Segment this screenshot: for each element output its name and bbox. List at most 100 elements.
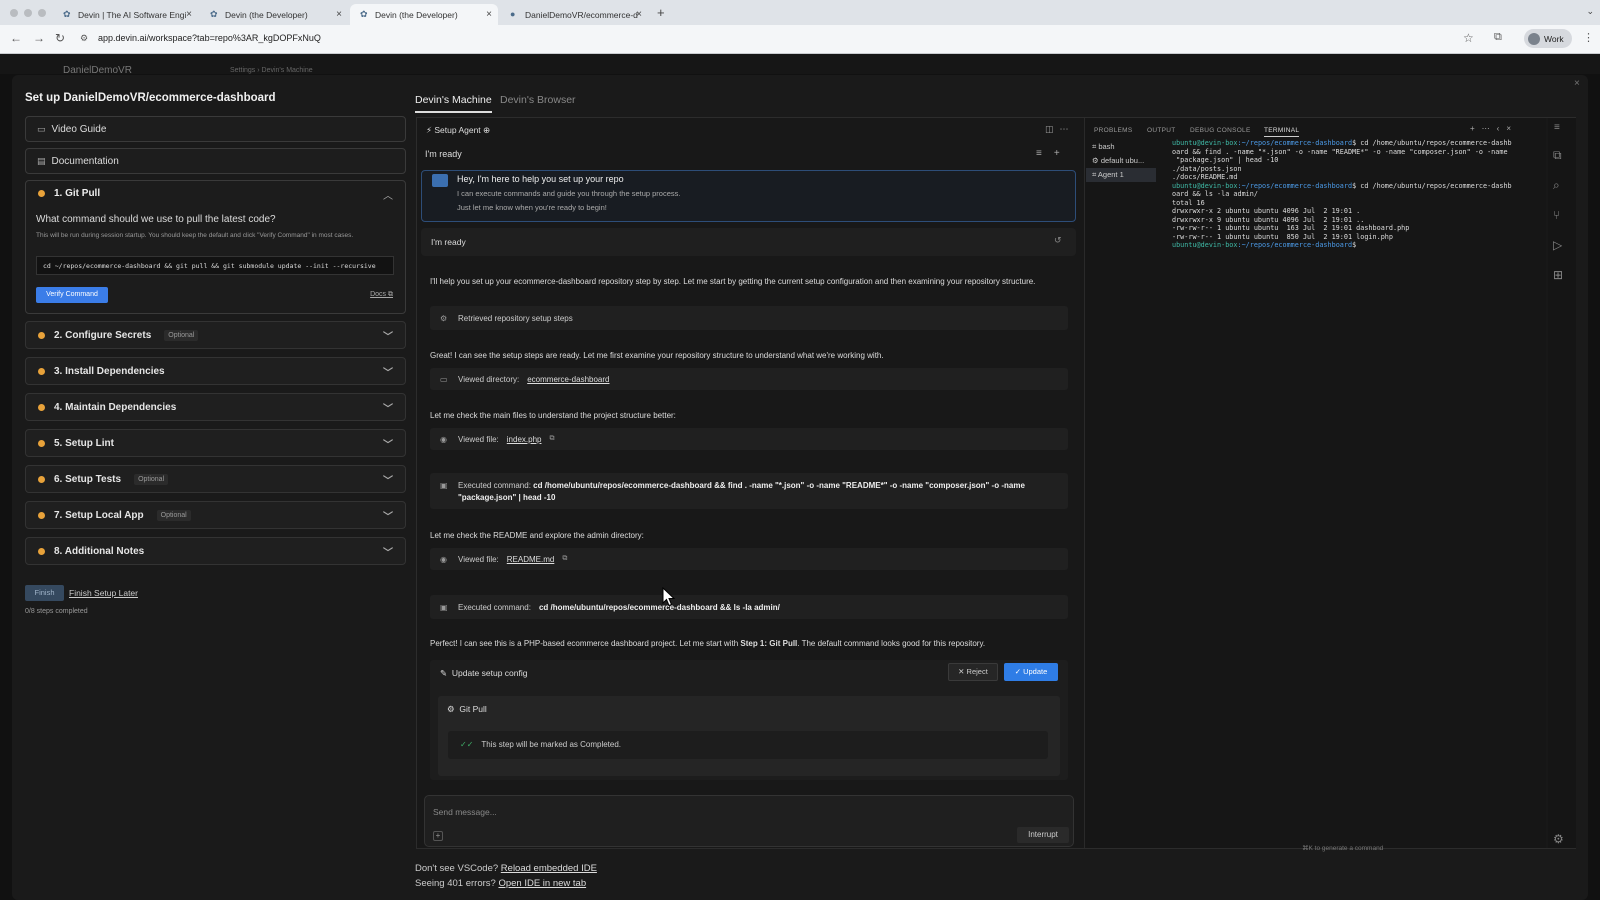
step-question: What command should we use to pull the l… <box>36 214 276 225</box>
step-configure-secrets[interactable]: 2. Configure Secrets Optional ﹀ <box>25 321 406 349</box>
browser-menu-icon[interactable]: ⋮ <box>1583 31 1594 44</box>
chevron-down-icon[interactable]: ﹀ <box>383 544 393 559</box>
directory-link[interactable]: ecommerce-dashboard <box>527 375 609 384</box>
close-tab-icon[interactable]: × <box>486 9 492 20</box>
close-tab-icon[interactable]: × <box>186 9 192 20</box>
step-setup-lint[interactable]: 5. Setup Lint ﹀ <box>25 429 406 457</box>
history-icon[interactable]: ↺ <box>1054 235 1062 246</box>
video-guide-button[interactable]: ▭ Video Guide <box>25 116 406 142</box>
terminal-output[interactable]: ubuntu@devin-box:~/repos/ecommerce-dashb… <box>1172 139 1552 250</box>
close-tab-icon[interactable]: × <box>636 9 642 20</box>
reload-icon[interactable]: ↻ <box>55 31 65 45</box>
chevron-down-icon[interactable]: ﹀ <box>383 472 393 487</box>
bookmark-star-icon[interactable]: ☆ <box>1463 31 1474 45</box>
new-tab-icon[interactable]: + <box>657 5 665 20</box>
extensions-icon[interactable]: ⧉ <box>1494 31 1502 44</box>
chevron-left-icon[interactable]: ‹ <box>1497 124 1507 133</box>
tab-output[interactable]: OUTPUT <box>1147 127 1176 134</box>
reject-button[interactable]: ✕ Reject <box>948 663 998 681</box>
explorer-icon[interactable]: ⧉ <box>1553 148 1562 163</box>
status-dot-icon <box>38 331 45 339</box>
tab-devins-browser[interactable]: Devin's Browser <box>500 94 576 106</box>
step-help-text: This will be run during session startup.… <box>36 232 354 239</box>
tool-call[interactable]: ◉ Viewed file: README.md ⧉ <box>430 548 1068 570</box>
interrupt-button[interactable]: Interrupt <box>1017 827 1069 843</box>
step-install-dependencies[interactable]: 3. Install Dependencies ﹀ <box>25 357 406 385</box>
status-dot-icon <box>38 511 45 519</box>
terminal-item[interactable]: ⌗ bash <box>1086 140 1156 154</box>
step-header[interactable]: 1. Git Pull <box>38 188 100 199</box>
tab-problems[interactable]: PROBLEMS <box>1094 127 1133 134</box>
docs-link[interactable]: Docs ⧉ <box>370 291 393 299</box>
browser-tab[interactable]: ✿ Devin (the Developer) × <box>200 4 348 25</box>
chevron-down-icon[interactable]: ﹀ <box>383 328 393 343</box>
tab-search-icon[interactable]: ⌄ <box>1586 6 1594 17</box>
check-icon: ✓✓ <box>460 740 474 749</box>
chevron-down-icon[interactable]: ﹀ <box>383 436 393 451</box>
reload-ide-link[interactable]: Reload embedded IDE <box>501 863 597 874</box>
close-tab-icon[interactable]: × <box>336 9 342 20</box>
extensions-icon[interactable]: ⊞ <box>1553 268 1563 282</box>
verify-command-button[interactable]: Verify Command <box>36 287 108 303</box>
tool-call[interactable]: ▣ Executed command: cd /home/ubuntu/repo… <box>430 473 1068 509</box>
external-link-icon[interactable]: ⧉ <box>562 555 567 563</box>
chevron-down-icon[interactable]: ﹀ <box>383 364 393 379</box>
message-input[interactable]: Send message... <box>433 807 497 817</box>
more-icon[interactable]: ⋯ <box>1060 124 1075 134</box>
run-debug-icon[interactable]: ▷ <box>1553 238 1562 252</box>
tab-debug-console[interactable]: DEBUG CONSOLE <box>1190 127 1251 134</box>
search-icon[interactable]: ⌕ <box>1553 178 1560 193</box>
close-panel-icon[interactable]: × <box>1506 124 1518 133</box>
more-icon[interactable]: ⋯ <box>1482 124 1497 133</box>
attach-icon[interactable]: + <box>433 831 443 841</box>
new-chat-icon[interactable]: + <box>1054 148 1072 159</box>
site-info-icon[interactable]: ⚙ <box>80 33 88 44</box>
message-composer[interactable]: Send message... + Interrupt <box>424 795 1074 847</box>
page-title: Set up DanielDemoVR/ecommerce-dashboard <box>25 92 276 104</box>
settings-gear-icon[interactable]: ⚙ <box>1553 832 1564 846</box>
back-icon[interactable]: ← <box>10 31 22 45</box>
browser-tab[interactable]: ✿ Devin | The AI Software Engi × <box>53 4 198 25</box>
tool-call[interactable]: ⚙ Retrieved repository setup steps <box>430 306 1068 330</box>
window-controls[interactable] <box>10 9 46 17</box>
url-field[interactable]: app.devin.ai/workspace?tab=repo%3AR_kgDO… <box>98 33 321 43</box>
close-icon[interactable]: × <box>1574 78 1580 89</box>
update-button[interactable]: ✓ Update <box>1004 663 1058 681</box>
external-link-icon[interactable]: ⧉ <box>549 435 554 443</box>
pin-icon[interactable]: ⊕ <box>483 125 490 135</box>
command-input[interactable]: cd ~/repos/ecommerce-dashboard && git pu… <box>36 256 394 275</box>
chevron-down-icon[interactable]: ﹀ <box>383 400 393 415</box>
documentation-button[interactable]: ▤ Documentation <box>25 148 406 174</box>
tool-call[interactable]: ▭ Viewed directory: ecommerce-dashboard <box>430 368 1068 390</box>
wrench-icon: ✎ <box>440 668 448 678</box>
menu-icon[interactable]: ≡ <box>1554 122 1560 133</box>
open-ide-link[interactable]: Open IDE in new tab <box>498 878 586 889</box>
step-maintain-dependencies[interactable]: 4. Maintain Dependencies ﹀ <box>25 393 406 421</box>
tab-terminal[interactable]: TERMINAL <box>1264 127 1300 137</box>
tool-call[interactable]: ◉ Viewed file: index.php ⧉ <box>430 428 1068 450</box>
tool-call[interactable]: ▣ Executed command: cd /home/ubuntu/repo… <box>430 595 1068 619</box>
step-additional-notes[interactable]: 8. Additional Notes ﹀ <box>25 537 406 565</box>
step-setup-tests[interactable]: 6. Setup Tests Optional ﹀ <box>25 465 406 493</box>
split-editor-icon[interactable]: ◫ <box>1045 124 1060 134</box>
tab-setup-agent[interactable]: ⚡ Setup Agent ⊕ <box>426 125 490 136</box>
chevron-up-icon[interactable]: ︿ <box>383 187 393 202</box>
list-icon[interactable]: ≡ <box>1036 148 1054 159</box>
file-link[interactable]: README.md <box>507 555 555 564</box>
source-control-icon[interactable]: ⑂ <box>1553 208 1560 222</box>
terminal-item[interactable]: ⚙ default ubu... <box>1086 154 1156 168</box>
finish-button[interactable]: Finish <box>25 585 64 601</box>
browser-tab[interactable]: ● DanielDemoVR/ecommerce-d × <box>500 4 648 25</box>
forward-icon[interactable]: → <box>33 31 45 45</box>
chevron-down-icon[interactable]: ﹀ <box>383 508 393 523</box>
finish-later-link[interactable]: Finish Setup Later <box>69 588 138 598</box>
file-link[interactable]: index.php <box>507 435 542 444</box>
tab-devins-machine[interactable]: Devin's Machine <box>415 94 492 113</box>
profile-button[interactable]: Work <box>1524 29 1572 48</box>
editor-actions[interactable]: ◫⋯ <box>1045 124 1075 135</box>
progress-text: 0/8 steps completed <box>25 608 88 615</box>
browser-tab-active[interactable]: ✿ Devin (the Developer) × <box>350 4 498 25</box>
step-setup-local-app[interactable]: 7. Setup Local App Optional ﹀ <box>25 501 406 529</box>
terminal-item-selected[interactable]: ⌗ Agent 1 <box>1086 168 1156 182</box>
new-terminal-icon[interactable]: + <box>1470 124 1482 133</box>
